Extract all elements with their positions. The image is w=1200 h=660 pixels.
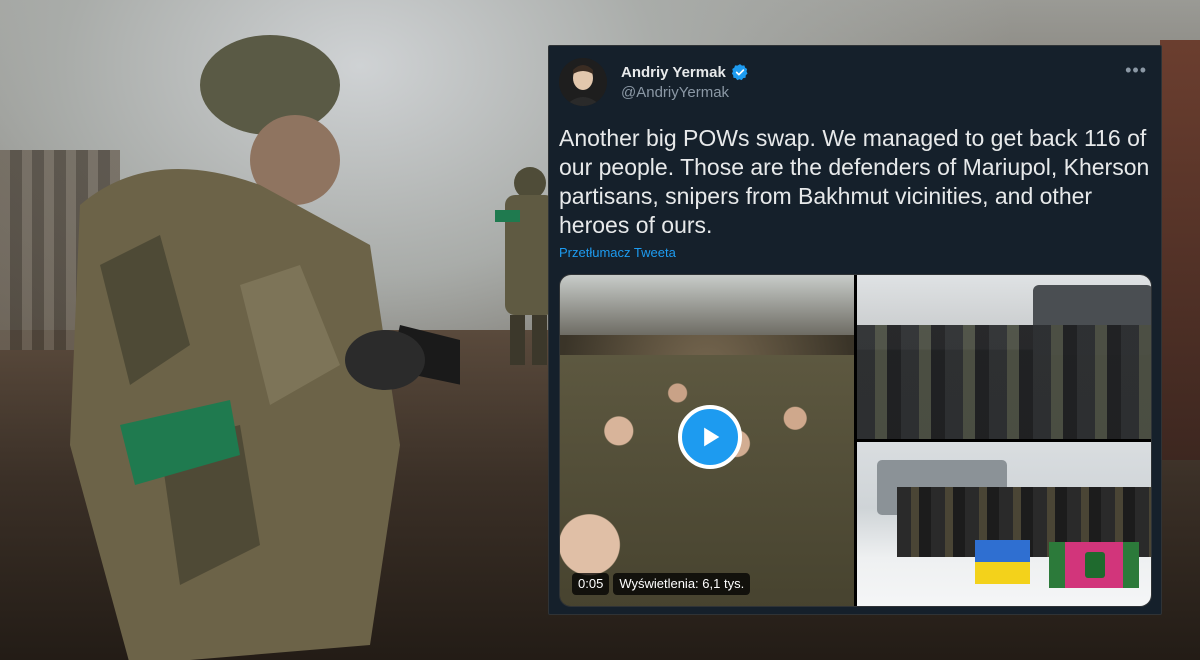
- video-meta: 0:05 Wyświetlenia: 6,1 tys.: [572, 573, 751, 595]
- play-button[interactable]: [678, 405, 742, 469]
- video-views: Wyświetlenia: 6,1 tys.: [613, 573, 751, 595]
- translate-tweet-link[interactable]: Przetłumacz Tweeta: [559, 245, 676, 260]
- photo-group: [857, 325, 1151, 439]
- author-handle[interactable]: @AndriyYermak: [621, 84, 729, 101]
- photo-bottom-right[interactable]: [857, 442, 1151, 606]
- video-bus-ceiling: [560, 275, 854, 335]
- verified-badge-icon: [731, 64, 748, 81]
- background-soldier: [70, 35, 460, 660]
- video-thumbnail[interactable]: 0:05 Wyświetlenia: 6,1 tys.: [560, 275, 854, 606]
- photo-top-right[interactable]: [857, 275, 1151, 439]
- more-options-icon[interactable]: •••: [1125, 60, 1147, 81]
- media-grid: 0:05 Wyświetlenia: 6,1 tys.: [559, 274, 1152, 607]
- author-name[interactable]: Andriy Yermak: [621, 64, 726, 81]
- border-guard-flag: [1049, 542, 1139, 588]
- avatar[interactable]: [559, 58, 607, 106]
- video-duration: 0:05: [572, 573, 610, 595]
- author-row: Andriy Yermak: [621, 61, 749, 83]
- tweet-text: Another big POWs swap. We managed to get…: [559, 125, 1150, 238]
- play-icon: [704, 427, 720, 447]
- border-guard-emblem: [1085, 552, 1105, 578]
- avatar-image: [559, 58, 607, 106]
- background-brick-wall: [1160, 40, 1200, 460]
- video-crowd: [560, 355, 854, 606]
- tweet-card: Andriy Yermak @AndriyYermak ••• Another …: [548, 45, 1162, 615]
- ukraine-flag: [975, 540, 1030, 584]
